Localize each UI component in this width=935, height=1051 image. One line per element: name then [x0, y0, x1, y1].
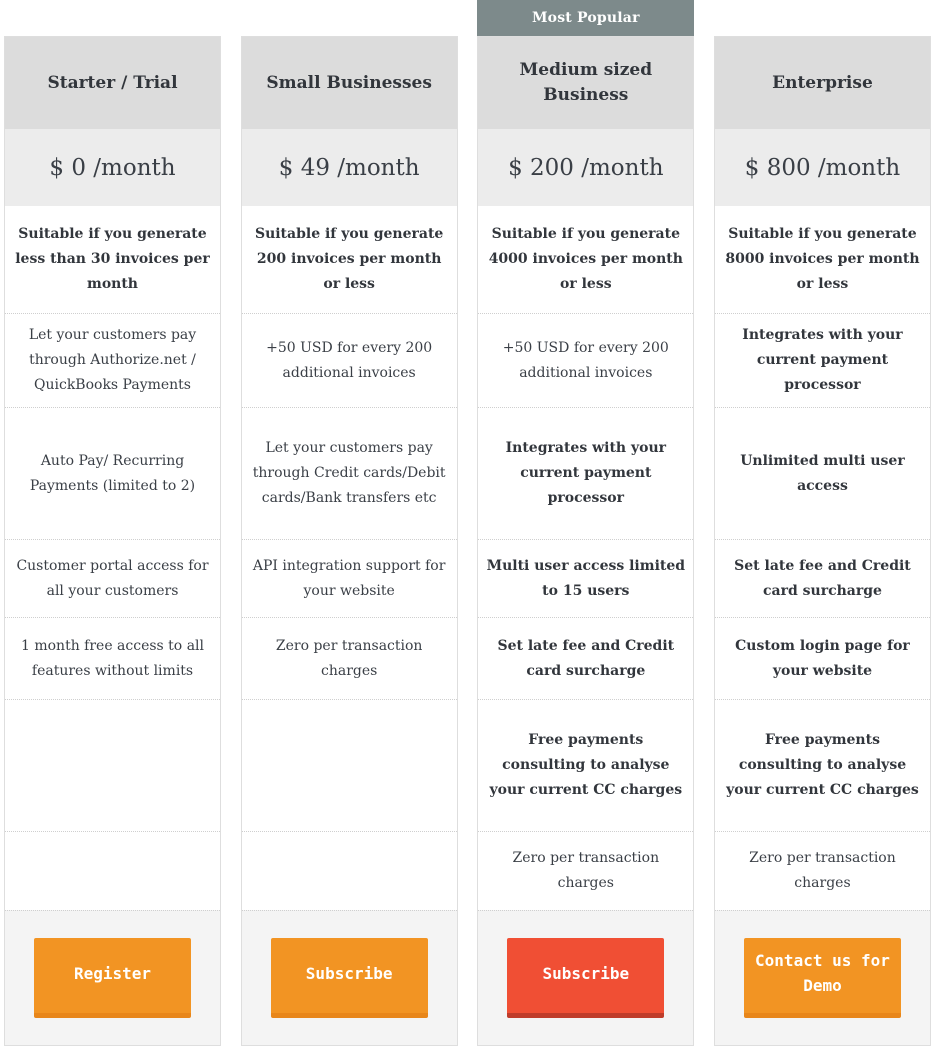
plan-footer: Subscribe [241, 910, 457, 1045]
plan-feature-row: Integrates with your current payment pro… [478, 407, 694, 539]
plan-feature-row: Auto Pay/ Recurring Payments (limited to… [5, 407, 220, 539]
plan-feature-row: Zero per transaction charges [714, 831, 930, 910]
plan-feature-list: Suitable if you generate 200 invoices pe… [241, 206, 457, 910]
plan-name: Starter / Trial [47, 72, 178, 93]
plan-price-text: $ 200 /month [508, 154, 664, 181]
plan-feature-row: API integration support for your website [241, 539, 457, 617]
pricing-columns: Starter / Trial $ 0 /month Suitable if you… [0, 0, 935, 1051]
plan-name: Small Businesses [266, 72, 432, 93]
plan-price: $ 800 /month [714, 129, 930, 206]
plan-header: Starter / Trial [5, 37, 220, 129]
plan-feature-text: Integrates with your current payment pro… [505, 440, 666, 506]
plan-feature-list: Suitable if you generate 4000 invoices p… [478, 206, 694, 910]
plan-feature-row: Let your customers pay through Authorize… [5, 313, 220, 407]
plan-feature-row: +50 USD for every 200 additional invoice… [241, 313, 457, 407]
plan-feature-row: Free payments consulting to analyse your… [714, 699, 930, 831]
plan-column: Most Popular Medium sized Business $ 200 /… [477, 0, 695, 1046]
plan-feature-text: Suitable if you generate 4000 invoices p… [488, 226, 683, 292]
plan-feature-text: Set late fee and Credit card surcharge [497, 637, 675, 679]
plan-price-text: $ 800 /month [744, 154, 901, 181]
popular-banner-slot [714, 0, 931, 36]
popular-banner-slot [4, 0, 221, 36]
plan-feature-text: Auto Pay/ Recurring Payments (limited to… [29, 452, 196, 494]
plan-feature-list: Suitable if you generate less than 30 in… [5, 206, 220, 910]
plan-feature-text: Suitable if you generate less than 30 in… [15, 226, 210, 292]
plan-feature-row: Customer portal access for all your cust… [5, 539, 220, 617]
plan-card: Enterprise $ 800 /month Suitable if you ge… [713, 36, 931, 1046]
plan-feature-text: Zero per transaction charges [512, 850, 660, 891]
plan-card: Starter / Trial $ 0 /month Suitable if you… [4, 36, 221, 1046]
plan-name: Enterprise [772, 72, 873, 93]
plan-feature-row: Zero per transaction charges [478, 831, 694, 910]
plan-feature-row: 1 month free access to all features with… [5, 617, 220, 699]
popular-banner-slot [241, 0, 458, 36]
plan-feature-row [241, 699, 457, 831]
plan-header: Small Businesses [241, 37, 457, 129]
plan-feature-row: Integrates with your current payment pro… [714, 313, 930, 407]
plan-header: Enterprise [714, 37, 930, 129]
plan-feature-text: Zero per transaction charges [749, 850, 896, 891]
most-popular-banner: Most Popular [477, 0, 695, 36]
plan-feature-row: Suitable if you generate 8000 invoices p… [715, 206, 930, 313]
plan-column: Starter / Trial $ 0 /month Suitable if you… [4, 0, 221, 1046]
plan-feature-row [5, 699, 220, 831]
plan-feature-text: Free payments consulting to analyse your… [489, 732, 683, 798]
plan-price-text: $ 0 /month [49, 154, 176, 181]
plan-cta-button[interactable]: Subscribe [270, 938, 428, 1018]
plan-feature-text: Custom login page for your website [735, 637, 910, 679]
plan-feature-text: Multi user access limited to 15 users [486, 557, 686, 599]
plan-column: Small Businesses $ 49 /month Suitable if y… [240, 0, 458, 1046]
plan-feature-row: Custom login page for your website [714, 617, 930, 699]
pricing-table: Starter / Trial $ 0 /month Suitable if you… [0, 0, 935, 1051]
plan-feature-text: Let your customers pay through Credit ca… [252, 440, 446, 506]
plan-card: Medium sized Business $ 200 /month Suitabl… [477, 36, 695, 1046]
plan-feature-row: Free payments consulting to analyse your… [478, 699, 694, 831]
plan-price: $ 49 /month [241, 129, 457, 206]
plan-cta-button[interactable]: Contact us for Demo [743, 938, 901, 1018]
plan-column: Enterprise $ 800 /month Suitable if you ge… [713, 0, 931, 1046]
plan-feature-row: Zero per transaction charges [241, 617, 457, 699]
plan-feature-row [241, 831, 457, 910]
plan-header: Medium sized Business [478, 37, 694, 129]
plan-feature-row: Let your customers pay through Credit ca… [241, 407, 457, 539]
plan-feature-text: Suitable if you generate 200 invoices pe… [254, 226, 444, 292]
plan-feature-list: Suitable if you generate 8000 invoices p… [714, 206, 930, 910]
plan-footer: Register [5, 910, 220, 1045]
plan-name: Medium sized Business [519, 60, 653, 105]
plan-price-text: $ 49 /month [278, 154, 420, 181]
popular-banner-slot: Most Popular [477, 0, 695, 36]
plan-feature-text: Suitable if you generate 8000 invoices p… [725, 226, 920, 292]
plan-feature-row: +50 USD for every 200 additional invoice… [478, 313, 694, 407]
plan-feature-text: Integrates with your current payment pro… [742, 327, 903, 393]
plan-feature-text: 1 month free access to all features with… [20, 637, 204, 679]
plan-footer: Contact us for Demo [714, 910, 930, 1045]
plan-feature-text: Let your customers pay through Authorize… [28, 327, 197, 393]
plan-footer: Subscribe [478, 910, 694, 1045]
plan-feature-row: Set late fee and Credit card surcharge [714, 539, 930, 617]
plan-price: $ 200 /month [478, 129, 694, 206]
plan-feature-row: Suitable if you generate 4000 invoices p… [478, 206, 693, 313]
plan-feature-text: API integration support for your website [252, 557, 446, 599]
plan-feature-row: Suitable if you generate 200 invoices pe… [242, 206, 457, 313]
plan-feature-row: Suitable if you generate less than 30 in… [5, 206, 220, 313]
plan-feature-row: Set late fee and Credit card surcharge [478, 617, 694, 699]
plan-feature-row: Multi user access limited to 15 users [478, 539, 694, 617]
plan-feature-text: Zero per transaction charges [275, 637, 423, 679]
plan-feature-text: Customer portal access for all your cust… [16, 557, 209, 599]
plan-feature-text: Free payments consulting to analyse your… [726, 732, 919, 798]
plan-feature-text: Unlimited multi user access [740, 452, 905, 494]
plan-price: $ 0 /month [5, 129, 220, 206]
plan-feature-text: +50 USD for every 200 additional invoice… [502, 339, 669, 381]
plan-card: Small Businesses $ 49 /month Suitable if y… [240, 36, 458, 1046]
plan-feature-row [5, 831, 220, 910]
plan-feature-text: +50 USD for every 200 additional invoice… [266, 339, 433, 381]
plan-feature-text: Set late fee and Credit card surcharge [734, 557, 911, 599]
plan-cta-button[interactable]: Subscribe [507, 938, 665, 1018]
plan-cta-button[interactable]: Register [34, 938, 191, 1018]
plan-feature-row: Unlimited multi user access [714, 407, 930, 539]
